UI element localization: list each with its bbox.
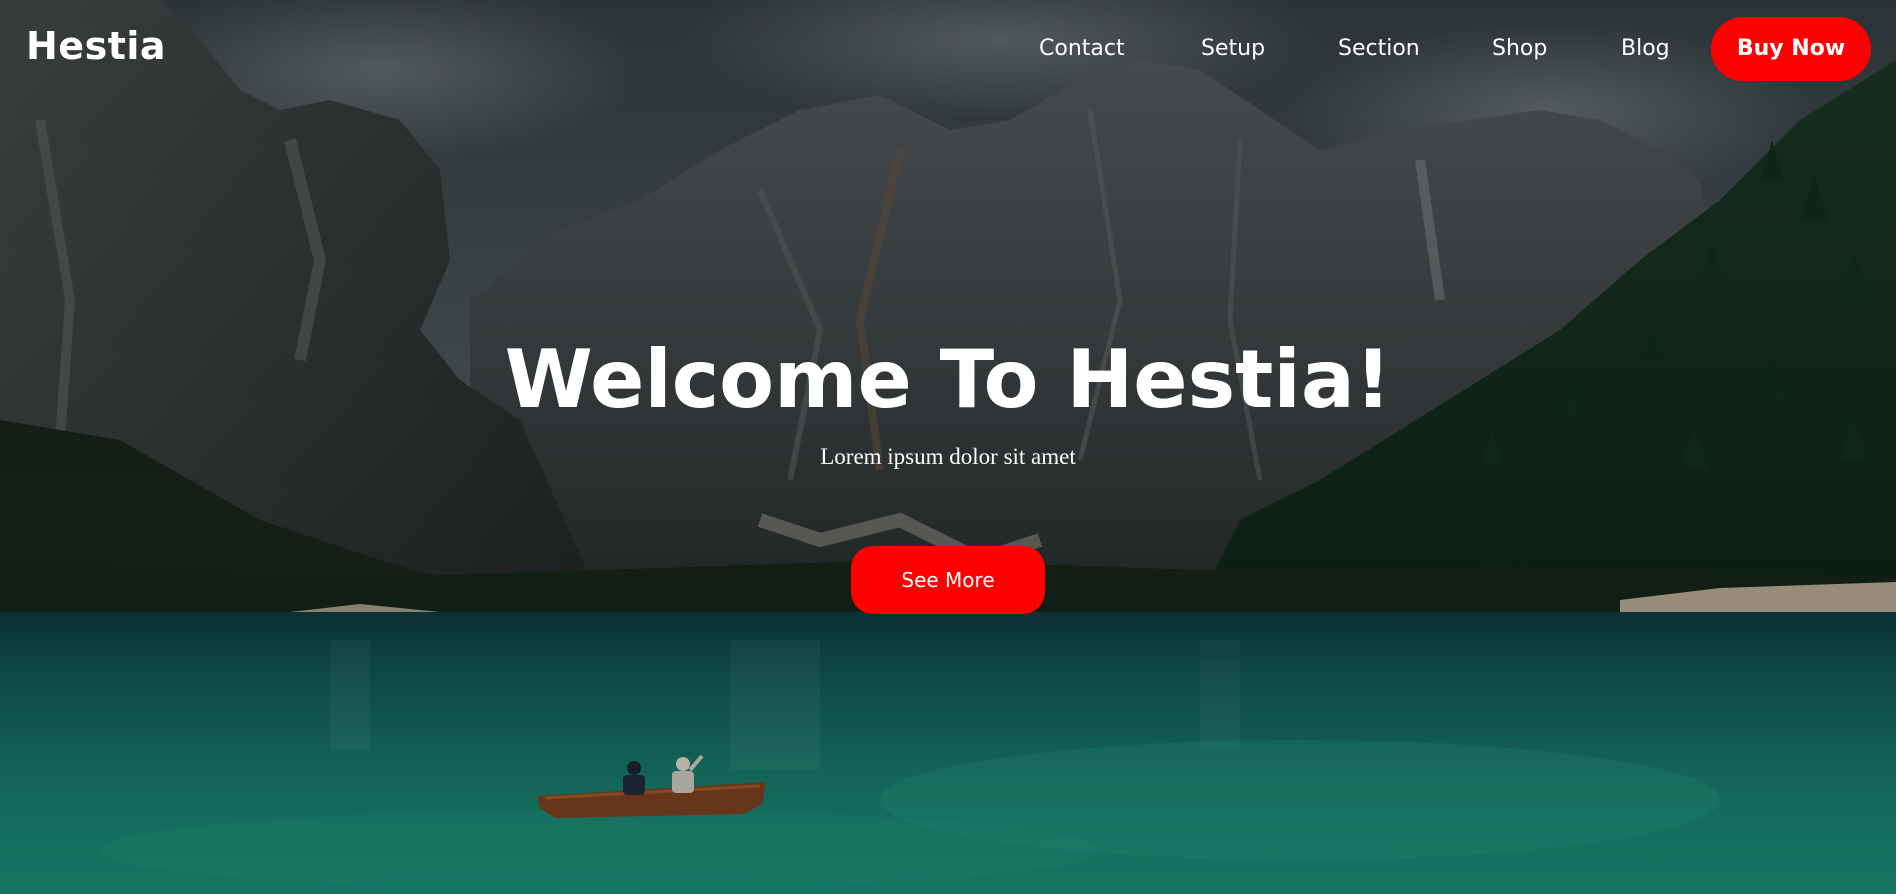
hero-title: Welcome To Hestia! <box>504 333 1392 426</box>
buy-now-button[interactable]: Buy Now <box>1711 17 1871 81</box>
nav-link-contact[interactable]: Contact <box>1039 34 1125 64</box>
see-more-button[interactable]: See More <box>851 546 1045 614</box>
main-nav: Contact Setup Section Shop Blog <box>0 34 1896 64</box>
nav-link-setup[interactable]: Setup <box>1201 34 1265 64</box>
hero-section: Hestia Contact Setup Section Shop Blog B… <box>0 0 1896 894</box>
nav-link-shop[interactable]: Shop <box>1492 34 1547 64</box>
hero-subtitle: Lorem ipsum dolor sit amet <box>820 444 1076 469</box>
nav-link-section[interactable]: Section <box>1338 34 1420 64</box>
site-header: Hestia Contact Setup Section Shop Blog B… <box>0 0 1896 100</box>
nav-link-blog[interactable]: Blog <box>1621 34 1670 64</box>
